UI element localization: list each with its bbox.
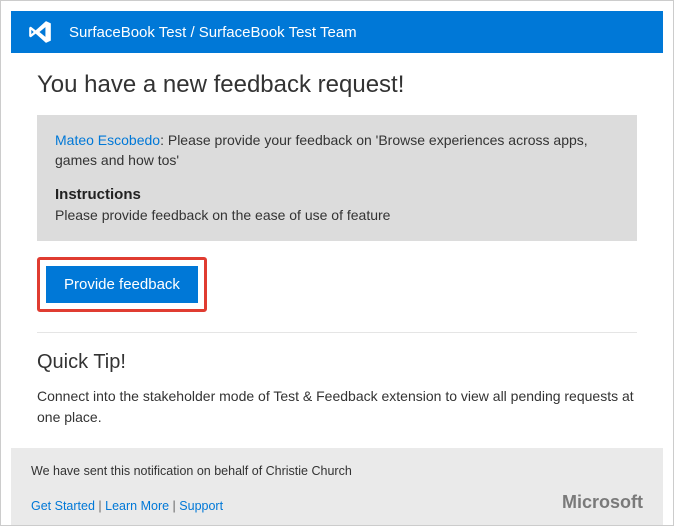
instructions-body: Please provide feedback on the ease of u… xyxy=(55,207,619,223)
footer-links: Get Started | Learn More | Support xyxy=(31,499,223,513)
quick-tip-section: Quick Tip! Connect into the stakeholder … xyxy=(37,351,637,428)
visual-studio-icon xyxy=(27,19,53,45)
microsoft-logo: Microsoft xyxy=(562,492,643,513)
page-title: You have a new feedback request! xyxy=(37,71,663,99)
footer: We have sent this notification on behalf… xyxy=(11,448,663,525)
requester-name-link[interactable]: Mateo Escobedo xyxy=(55,132,160,148)
requester-line: Mateo Escobedo: Please provide your feed… xyxy=(55,131,619,170)
tip-body: Connect into the stakeholder mode of Tes… xyxy=(37,386,637,428)
tip-title: Quick Tip! xyxy=(37,351,637,374)
learn-more-link[interactable]: Learn More xyxy=(105,499,169,513)
divider xyxy=(37,332,637,333)
get-started-link[interactable]: Get Started xyxy=(31,499,95,513)
footer-notification: We have sent this notification on behalf… xyxy=(31,464,643,478)
header-breadcrumb: SurfaceBook Test / SurfaceBook Test Team xyxy=(69,24,357,41)
feedback-request-box: Mateo Escobedo: Please provide your feed… xyxy=(37,115,637,241)
support-link[interactable]: Support xyxy=(179,499,223,513)
msg-separator: : xyxy=(160,132,168,148)
instructions-heading: Instructions xyxy=(55,186,619,203)
highlight-annotation: Provide feedback xyxy=(37,257,207,312)
page-header: SurfaceBook Test / SurfaceBook Test Team xyxy=(11,11,663,53)
provide-feedback-button[interactable]: Provide feedback xyxy=(46,266,198,303)
